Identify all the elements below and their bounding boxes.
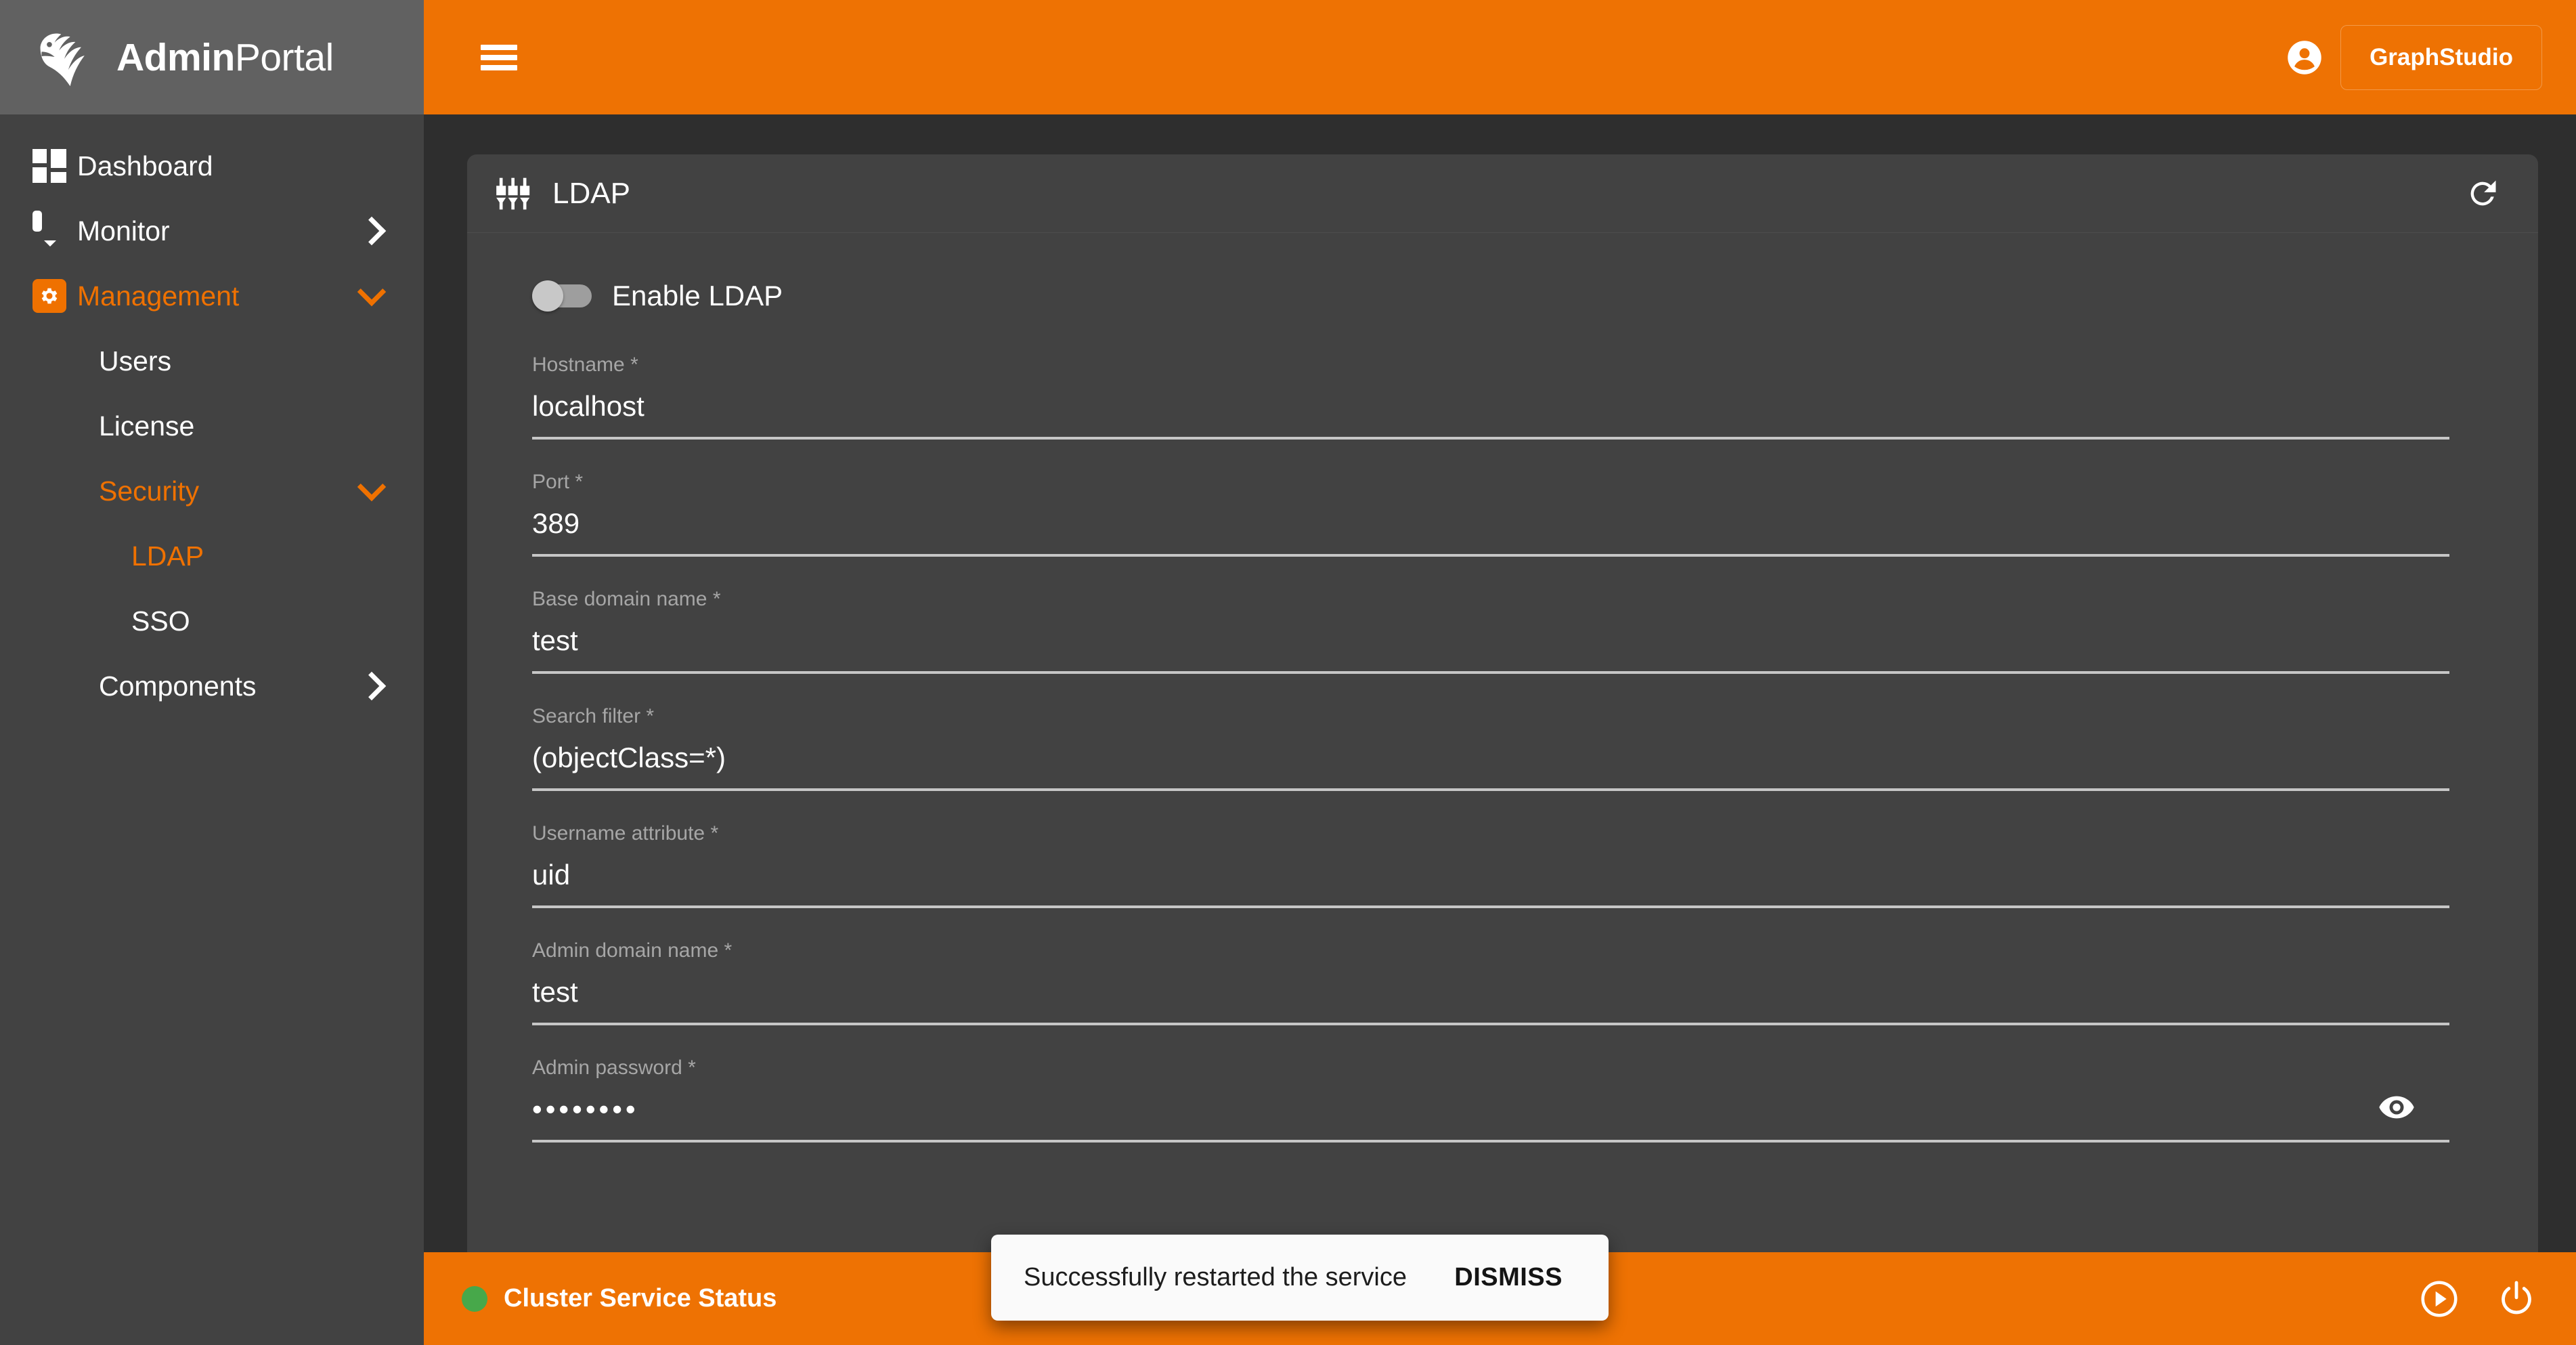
enable-ldap-row: Enable LDAP xyxy=(532,275,2502,317)
field-label: Admin domain name * xyxy=(532,939,733,962)
sidebar-item-dashboard[interactable]: Dashboard xyxy=(0,133,424,198)
cluster-service-status[interactable]: Cluster Service Status xyxy=(462,1284,777,1313)
sidebar-item-label: Security xyxy=(99,475,200,507)
field-underline xyxy=(532,437,2449,440)
main-content: LDAP Enable LDAP Hostname * localhost Po… xyxy=(424,114,2576,1345)
hamburger-bar xyxy=(481,44,517,50)
status-badge xyxy=(462,1285,487,1312)
brand-title: AdminPortal xyxy=(116,35,334,80)
sidebar-item-label: Dashboard xyxy=(77,150,213,182)
bottom-bar-actions xyxy=(2418,1277,2538,1321)
sidebar-item-components[interactable]: Components xyxy=(0,654,424,719)
field-label: Hostname * xyxy=(532,354,638,376)
lion-head-logo-icon xyxy=(32,25,97,90)
eye-visibility-icon[interactable] xyxy=(2378,1088,2416,1126)
field-underline xyxy=(532,788,2449,791)
sidebar-item-label: Components xyxy=(99,670,257,702)
ldap-settings-card: LDAP Enable LDAP Hostname * localhost Po… xyxy=(467,154,2538,1312)
sidebar-item-security[interactable]: Security xyxy=(0,458,424,524)
hostname-field[interactable]: Hostname * localhost xyxy=(532,345,2449,463)
sidebar-item-label: LDAP xyxy=(131,540,204,572)
topbar-actions: GraphStudio xyxy=(2286,24,2576,90)
field-underline xyxy=(532,1023,2449,1025)
field-label: Search filter * xyxy=(532,705,655,727)
snackbar-toast: Successfully restarted the service DISMI… xyxy=(991,1235,1609,1321)
snackbar-message: Successfully restarted the service xyxy=(1024,1263,1407,1291)
sidebar-item-management[interactable]: Management xyxy=(0,263,424,328)
search-filter-input[interactable]: (objectClass=*) xyxy=(532,742,2449,773)
chevron-right-icon xyxy=(355,671,387,701)
chevron-right-icon xyxy=(355,216,387,246)
field-underline xyxy=(532,671,2449,674)
sidebar-nav: Dashboard Monitor Management Users Licen… xyxy=(0,114,424,719)
admin-portal-app: AdminPortal Dashboard Monitor Management… xyxy=(0,0,2576,1345)
graphstudio-button[interactable]: GraphStudio xyxy=(2340,24,2542,90)
card-header: LDAP xyxy=(467,154,2538,233)
sidebar-item-label: SSO xyxy=(131,605,190,637)
search-filter-field[interactable]: Search filter * (objectClass=*) xyxy=(532,697,2449,814)
field-label: Port * xyxy=(532,471,584,493)
toggle-knob xyxy=(532,280,563,312)
username-attribute-input[interactable]: uid xyxy=(532,859,2449,890)
base-domain-name-input[interactable]: test xyxy=(532,625,2449,656)
hamburger-bar xyxy=(481,64,517,70)
base-domain-name-field[interactable]: Base domain name * test xyxy=(532,580,2449,697)
port-field[interactable]: Port * 389 xyxy=(532,463,2449,580)
port-input[interactable]: 389 xyxy=(532,508,2449,538)
sidebar-item-ldap[interactable]: LDAP xyxy=(0,524,424,589)
field-underline xyxy=(532,554,2449,557)
field-label: Base domain name * xyxy=(532,588,721,610)
sidebar-item-monitor[interactable]: Monitor xyxy=(0,198,424,263)
hamburger-menu-icon[interactable] xyxy=(481,44,517,70)
sidebar-item-label: Management xyxy=(77,280,240,312)
sidebar: AdminPortal Dashboard Monitor Management… xyxy=(0,0,424,1345)
admin-domain-name-field[interactable]: Admin domain name * test xyxy=(532,931,2449,1048)
sidebar-item-label: License xyxy=(99,410,195,442)
enable-ldap-label: Enable LDAP xyxy=(612,280,783,312)
brand-title-light: Portal xyxy=(234,35,334,79)
play-circle-icon[interactable] xyxy=(2418,1277,2461,1321)
enable-ldap-toggle[interactable] xyxy=(532,280,592,312)
field-underline xyxy=(532,1140,2449,1143)
refresh-icon[interactable] xyxy=(2464,175,2502,213)
hostname-input[interactable]: localhost xyxy=(532,391,2449,421)
gear-square-icon xyxy=(32,279,77,313)
sidebar-item-license[interactable]: License xyxy=(0,393,424,458)
sidebar-item-label: Users xyxy=(99,345,172,377)
page-title: LDAP xyxy=(552,176,630,210)
sidebar-item-sso[interactable]: SSO xyxy=(0,589,424,654)
top-app-bar: GraphStudio xyxy=(424,0,2576,114)
tune-sliders-icon xyxy=(496,175,533,213)
admin-password-input[interactable]: •••••••• xyxy=(532,1094,2449,1124)
username-attribute-field[interactable]: Username attribute * uid xyxy=(532,814,2449,931)
power-icon[interactable] xyxy=(2495,1277,2538,1321)
hamburger-bar xyxy=(481,54,517,60)
chevron-down-icon xyxy=(355,277,387,307)
sidebar-item-label: Monitor xyxy=(77,215,170,247)
dashboard-grid-icon xyxy=(32,149,77,183)
field-label: Username attribute * xyxy=(532,822,719,845)
admin-domain-name-input[interactable]: test xyxy=(532,977,2449,1007)
account-circle-icon[interactable] xyxy=(2286,39,2323,76)
brand-title-bold: Admin xyxy=(116,35,235,79)
card-body: Enable LDAP Hostname * localhost Port * … xyxy=(467,233,2538,1166)
chevron-down-icon xyxy=(355,472,387,502)
sidebar-item-users[interactable]: Users xyxy=(0,328,424,393)
monitor-icon xyxy=(32,211,77,247)
cluster-service-status-label: Cluster Service Status xyxy=(504,1284,777,1312)
brand-header[interactable]: AdminPortal xyxy=(0,0,424,114)
field-label: Admin password * xyxy=(532,1056,696,1079)
dismiss-button[interactable]: DISMISS xyxy=(1454,1263,1563,1292)
field-underline xyxy=(532,905,2449,908)
admin-password-field[interactable]: Admin password * •••••••• xyxy=(532,1048,2449,1166)
